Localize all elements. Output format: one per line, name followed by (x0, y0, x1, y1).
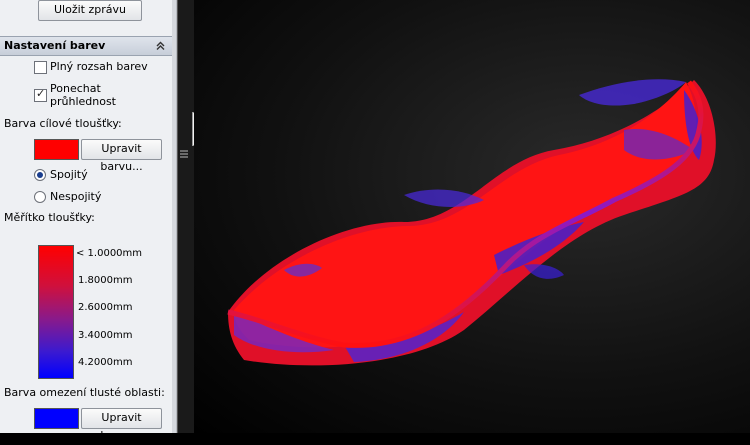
splitter-grip-icon[interactable] (180, 150, 188, 158)
thick-region-color-label: Barva omezení tlusté oblasti: (4, 386, 165, 399)
edit-target-color-button[interactable]: Upravit barvu... (81, 139, 162, 173)
continuous-radio[interactable] (34, 169, 46, 181)
target-color-swatch[interactable] (34, 139, 79, 160)
discrete-label: Nespojitý (50, 190, 102, 203)
full-range-checkbox[interactable] (34, 61, 47, 74)
property-manager-panel: Uložit zprávu Nastavení barev Plný rozsa… (0, 0, 172, 442)
keep-transparency-label-line2: průhlednost (50, 95, 116, 108)
thickness-scale-label: Měřítko tloušťky: (4, 211, 95, 224)
full-range-label: Plný rozsah barev (50, 60, 148, 73)
scale-tick-1: < 1.0000mm (76, 248, 143, 259)
keep-transparency-checkbox[interactable] (34, 87, 47, 102)
scale-tick-4: 3.4000mm (78, 330, 133, 341)
scale-tick-5: 4.2000mm (78, 357, 133, 368)
color-settings-title: Nastavení barev (4, 39, 106, 52)
save-report-button[interactable]: Uložit zprávu (38, 0, 142, 21)
thickness-analysis-model (227, 79, 716, 366)
graphics-viewport[interactable] (194, 0, 750, 433)
continuous-label: Spojitý (50, 168, 88, 181)
thickness-scale-gradient (38, 245, 74, 379)
thick-region-color-swatch[interactable] (34, 408, 79, 429)
color-settings-header[interactable]: Nastavení barev (0, 36, 172, 56)
collapse-up-icon[interactable] (155, 40, 166, 51)
panel-splitter[interactable] (177, 0, 194, 433)
target-thickness-color-label: Barva cílové tloušťky: (4, 117, 122, 130)
discrete-radio[interactable] (34, 191, 46, 203)
edit-thick-region-color-button[interactable]: Upravit barvu... (81, 408, 162, 442)
scale-tick-3: 2.6000mm (78, 302, 133, 313)
keep-transparency-label-line1: Ponechat (50, 82, 101, 95)
scale-tick-2: 1.8000mm (78, 275, 133, 286)
